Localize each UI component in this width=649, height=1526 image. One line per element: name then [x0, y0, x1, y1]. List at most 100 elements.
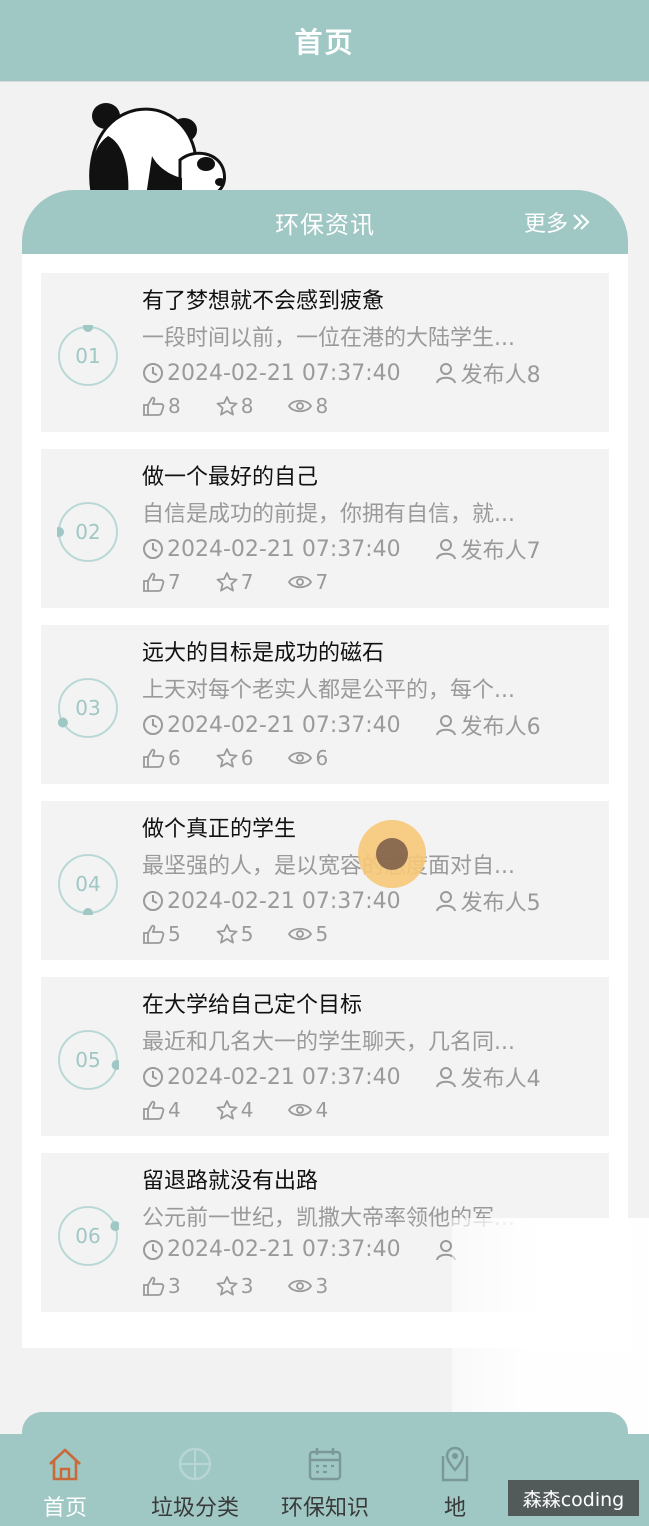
tab-sorting[interactable]: 垃圾分类	[130, 1438, 260, 1524]
panda-mascot-icon	[89, 103, 226, 198]
news-stats: 4 4 4	[142, 1098, 362, 1122]
news-excerpt: 最坚强的人，是以宽容的态度面对自...	[142, 854, 515, 879]
news-list: 01 有了梦想就不会感到疲惫 一段时间以前，一位在港的大陆学生... 2024-…	[22, 254, 628, 1348]
tab-knowledge[interactable]: 环保知识	[260, 1438, 390, 1524]
news-meta: 2024-02-21 07:37:40 发布人6	[142, 709, 582, 741]
news-card[interactable]: 01 有了梦想就不会感到疲惫 一段时间以前，一位在港的大陆学生... 2024-…	[41, 273, 609, 432]
view-count: 3	[287, 1274, 328, 1298]
thumbs-up-icon	[143, 1276, 165, 1296]
news-excerpt: 最近和几名大一的学生聊天，几名同...	[142, 1030, 515, 1055]
news-date: 2024-02-21 07:37:40	[142, 537, 401, 562]
index-number: 06	[75, 1224, 101, 1248]
news-section-header: 环保资讯 更多	[22, 190, 628, 254]
view-count: 8	[287, 394, 328, 418]
star-icon	[216, 1276, 238, 1296]
thumbs-up-icon	[143, 396, 165, 416]
calendar-icon	[308, 1448, 342, 1481]
favorite-count[interactable]: 3	[215, 1274, 253, 1298]
like-count[interactable]: 5	[142, 922, 181, 946]
tab-home[interactable]: 首页	[0, 1438, 130, 1524]
news-author-text: 发布人5	[460, 891, 541, 916]
index-badge: 03	[57, 677, 119, 739]
news-author-text: 发布人8	[460, 363, 541, 388]
news-author: 发布人4	[435, 1061, 541, 1093]
top-nav-bar: 首页	[0, 0, 649, 82]
tab-home-label: 首页	[42, 1496, 87, 1521]
watermark: 森森coding	[508, 1480, 639, 1516]
news-stats: 6 6 6	[142, 746, 362, 770]
home-icon	[49, 1448, 81, 1481]
news-author: 发布人8	[435, 357, 541, 389]
news-title: 做个真正的学生	[142, 817, 297, 842]
view-count: 4	[287, 1098, 328, 1122]
view-count: 5	[287, 922, 328, 946]
news-date: 2024-02-21 07:37:40	[142, 1065, 401, 1090]
view-count-text: 4	[315, 1098, 329, 1122]
news-stats: 7 7 7	[142, 570, 362, 594]
user-icon	[435, 715, 456, 736]
eye-icon	[288, 1279, 313, 1293]
favorite-count[interactable]: 6	[215, 746, 254, 770]
news-author: 发布人7	[435, 533, 541, 565]
eye-icon	[288, 575, 313, 589]
favorite-count-text: 5	[240, 922, 254, 946]
index-badge: 05	[57, 1029, 122, 1091]
index-number: 02	[75, 520, 101, 544]
news-excerpt: 一段时间以前，一位在港的大陆学生...	[142, 326, 515, 351]
index-badge: 02	[54, 501, 119, 563]
like-count[interactable]: 4	[142, 1098, 181, 1122]
news-meta: 2024-02-21 07:37:40 发布人5	[142, 885, 582, 917]
eye-icon	[288, 1103, 313, 1117]
more-link[interactable]: 更多	[524, 206, 592, 238]
news-card[interactable]: 04 做个真正的学生 最坚强的人，是以宽容的态度面对自... 2024-02-2…	[41, 801, 609, 960]
news-title: 做一个最好的自己	[142, 465, 319, 490]
favorite-count[interactable]: 5	[215, 922, 254, 946]
user-icon	[435, 891, 456, 912]
like-count[interactable]: 8	[142, 394, 181, 418]
star-icon	[216, 748, 238, 768]
news-card[interactable]: 02 做一个最好的自己 自信是成功的前提，你拥有自信，就... 2024-02-…	[41, 449, 609, 608]
like-count-text: 8	[168, 394, 181, 418]
favorite-count[interactable]: 8	[215, 394, 253, 418]
news-date-text: 2024-02-21 07:37:40	[167, 360, 401, 386]
like-count-text: 7	[168, 570, 181, 594]
news-title: 有了梦想就不会感到疲惫	[142, 289, 385, 314]
like-count-text: 6	[168, 746, 181, 770]
index-number: 01	[75, 344, 101, 368]
view-count-text: 8	[315, 394, 329, 418]
clock-icon	[143, 715, 163, 735]
clock-icon	[143, 891, 163, 911]
like-count[interactable]: 7	[142, 570, 181, 594]
news-date: 2024-02-21 07:37:40	[142, 713, 401, 738]
news-title: 留退路就没有出路	[142, 1169, 319, 1194]
like-count-text: 3	[168, 1274, 181, 1298]
like-count[interactable]: 3	[142, 1274, 181, 1298]
eye-icon	[288, 399, 313, 413]
favorite-count[interactable]: 4	[215, 1098, 254, 1122]
news-card[interactable]: 05 在大学给自己定个目标 最近和几名大一的学生聊天，几名同... 2024-0…	[41, 977, 609, 1136]
tab-map[interactable]: 地	[390, 1438, 520, 1524]
news-stats: 8 8 8	[142, 394, 362, 418]
favorite-count[interactable]: 7	[215, 570, 253, 594]
eye-icon	[288, 927, 313, 941]
user-icon	[435, 363, 456, 384]
thumbs-up-icon	[143, 1100, 165, 1120]
tab-sorting-label: 垃圾分类	[150, 1496, 239, 1521]
news-title: 在大学给自己定个目标	[142, 993, 363, 1018]
favorite-count-text: 4	[240, 1098, 254, 1122]
news-date-text: 2024-02-21 07:37:40	[167, 1237, 401, 1262]
favorite-count-text: 6	[240, 746, 254, 770]
news-excerpt: 自信是成功的前提，你拥有自信，就...	[142, 502, 515, 527]
map-pin-icon	[441, 1446, 469, 1482]
like-count[interactable]: 6	[142, 746, 181, 770]
index-badge: 04	[57, 853, 119, 918]
news-card[interactable]: 03 远大的目标是成功的磁石 上天对每个老实人都是公平的，每个... 2024-…	[41, 625, 609, 784]
user-icon	[435, 539, 456, 560]
news-section: 环保资讯 更多 01 有了梦想就不会感到疲惫 一段时间以前，一位在港的大陆学生.…	[22, 190, 628, 1348]
index-badge: 01	[57, 322, 119, 387]
thumbs-up-icon	[143, 748, 165, 768]
news-date-text: 2024-02-21 07:37:40	[167, 888, 401, 914]
news-author: 发布人6	[435, 709, 541, 741]
news-title: 远大的目标是成功的磁石	[142, 641, 385, 666]
index-badge: 06	[57, 1205, 121, 1267]
